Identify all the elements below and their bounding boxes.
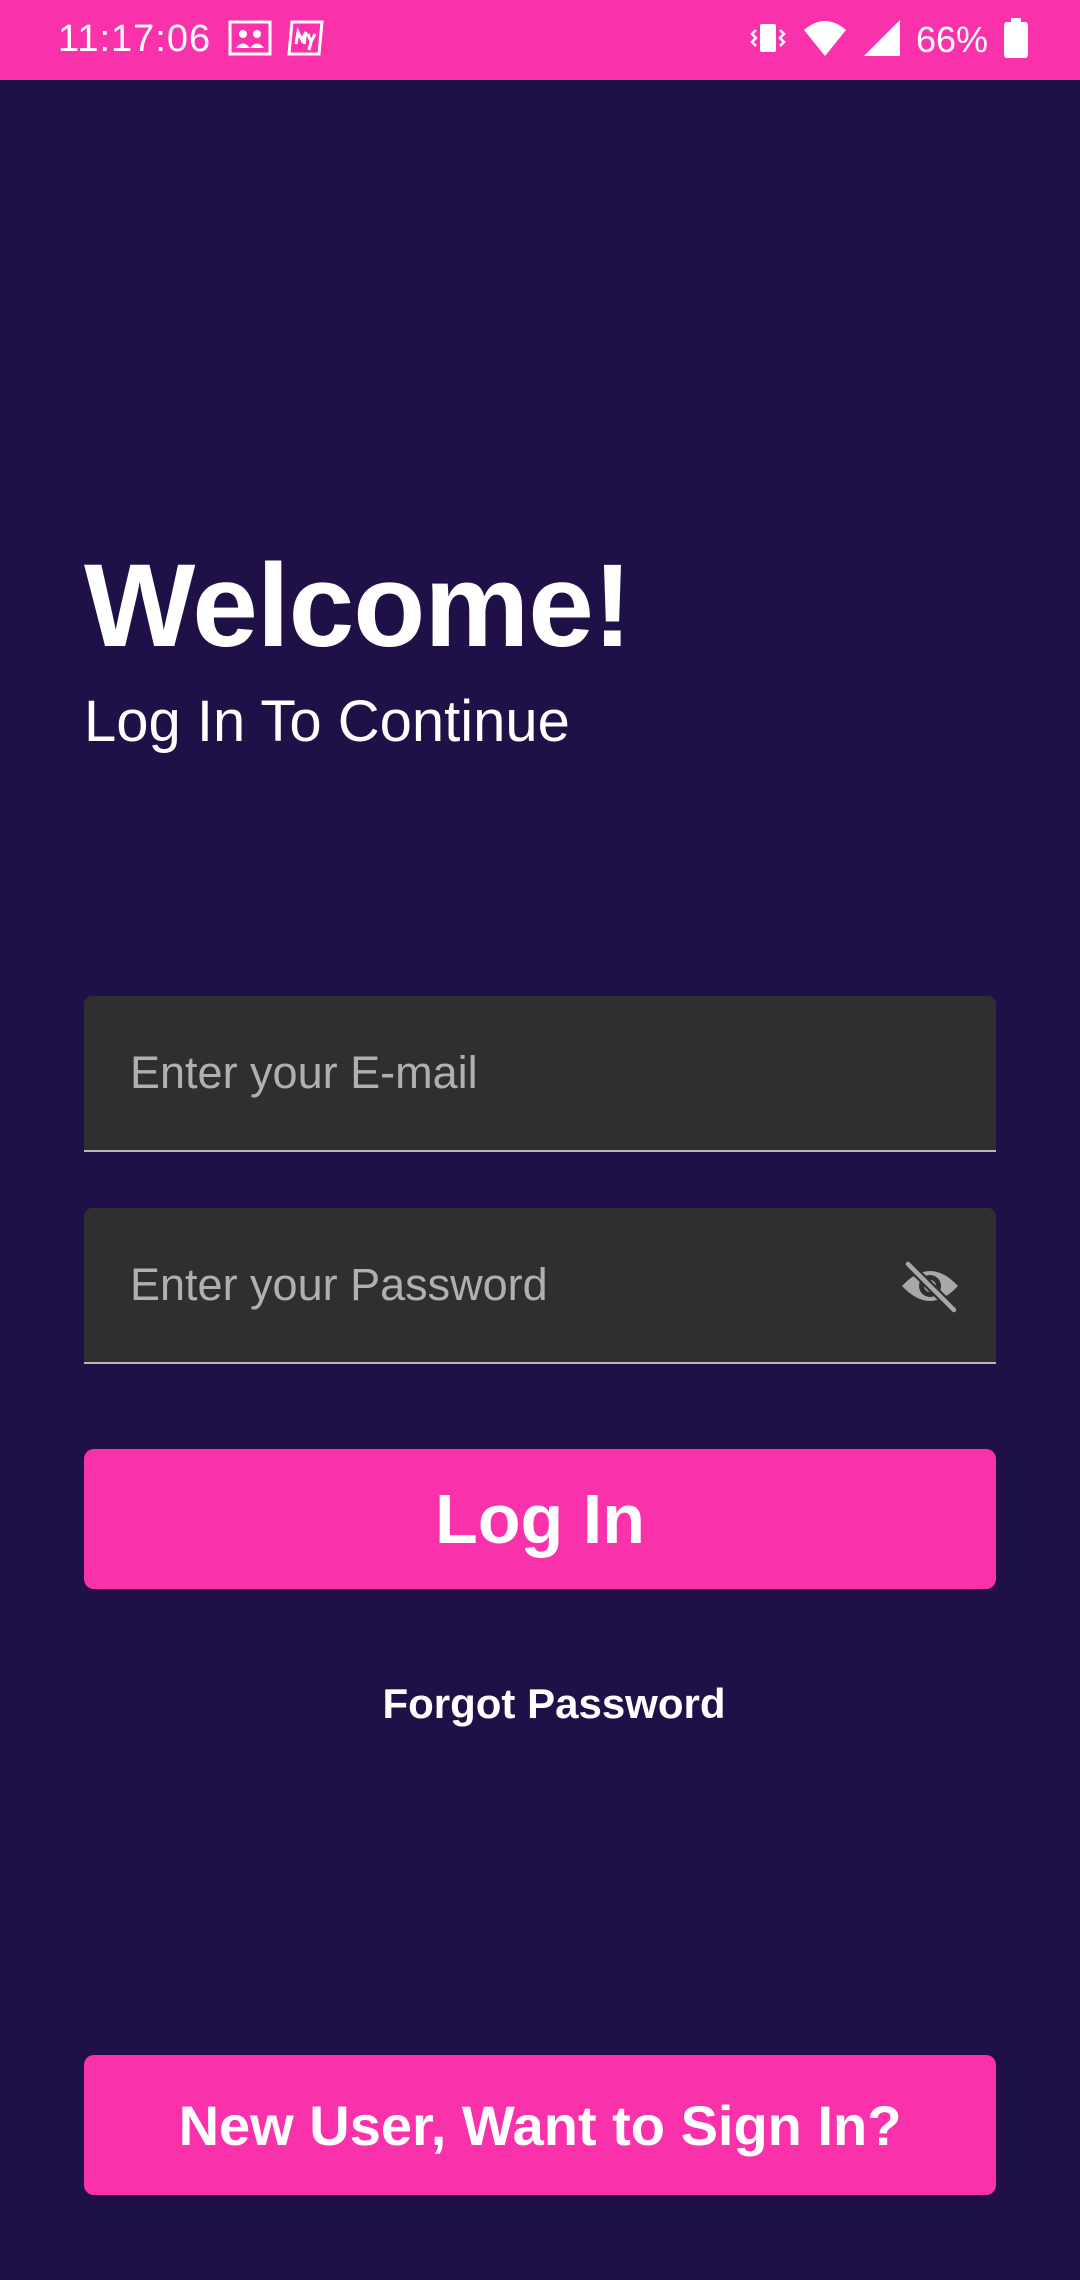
vibrate-icon (748, 18, 788, 63)
battery-icon (1004, 17, 1028, 63)
cell-signal-icon (862, 18, 902, 63)
gallery-notification-icon (228, 20, 272, 61)
password-field-container (84, 1208, 996, 1364)
system-icons: 66% (748, 14, 1028, 66)
email-field[interactable] (84, 996, 996, 1150)
status-bar: 11:17:06 66% (0, 0, 1080, 80)
wifi-icon (802, 18, 848, 63)
battery-percent: 66% (915, 19, 988, 60)
login-button[interactable]: Log In (84, 1449, 996, 1589)
status-time: 11:17:06 (58, 18, 212, 60)
myntra-notification-icon (286, 18, 328, 63)
visibility-off-icon[interactable] (898, 1256, 962, 1316)
forgot-password-link[interactable]: Forgot Password (0, 1676, 1080, 1732)
page-title: Welcome! (84, 540, 632, 672)
page-subtitle: Log In To Continue (84, 689, 570, 754)
notification-icons (228, 18, 328, 62)
email-field-container (84, 996, 996, 1152)
password-field[interactable] (84, 1208, 996, 1362)
signup-button[interactable]: New User, Want to Sign In? (84, 2055, 996, 2195)
login-screen: 11:17:06 66% Welcome! Log In To Continue… (0, 0, 1080, 2280)
